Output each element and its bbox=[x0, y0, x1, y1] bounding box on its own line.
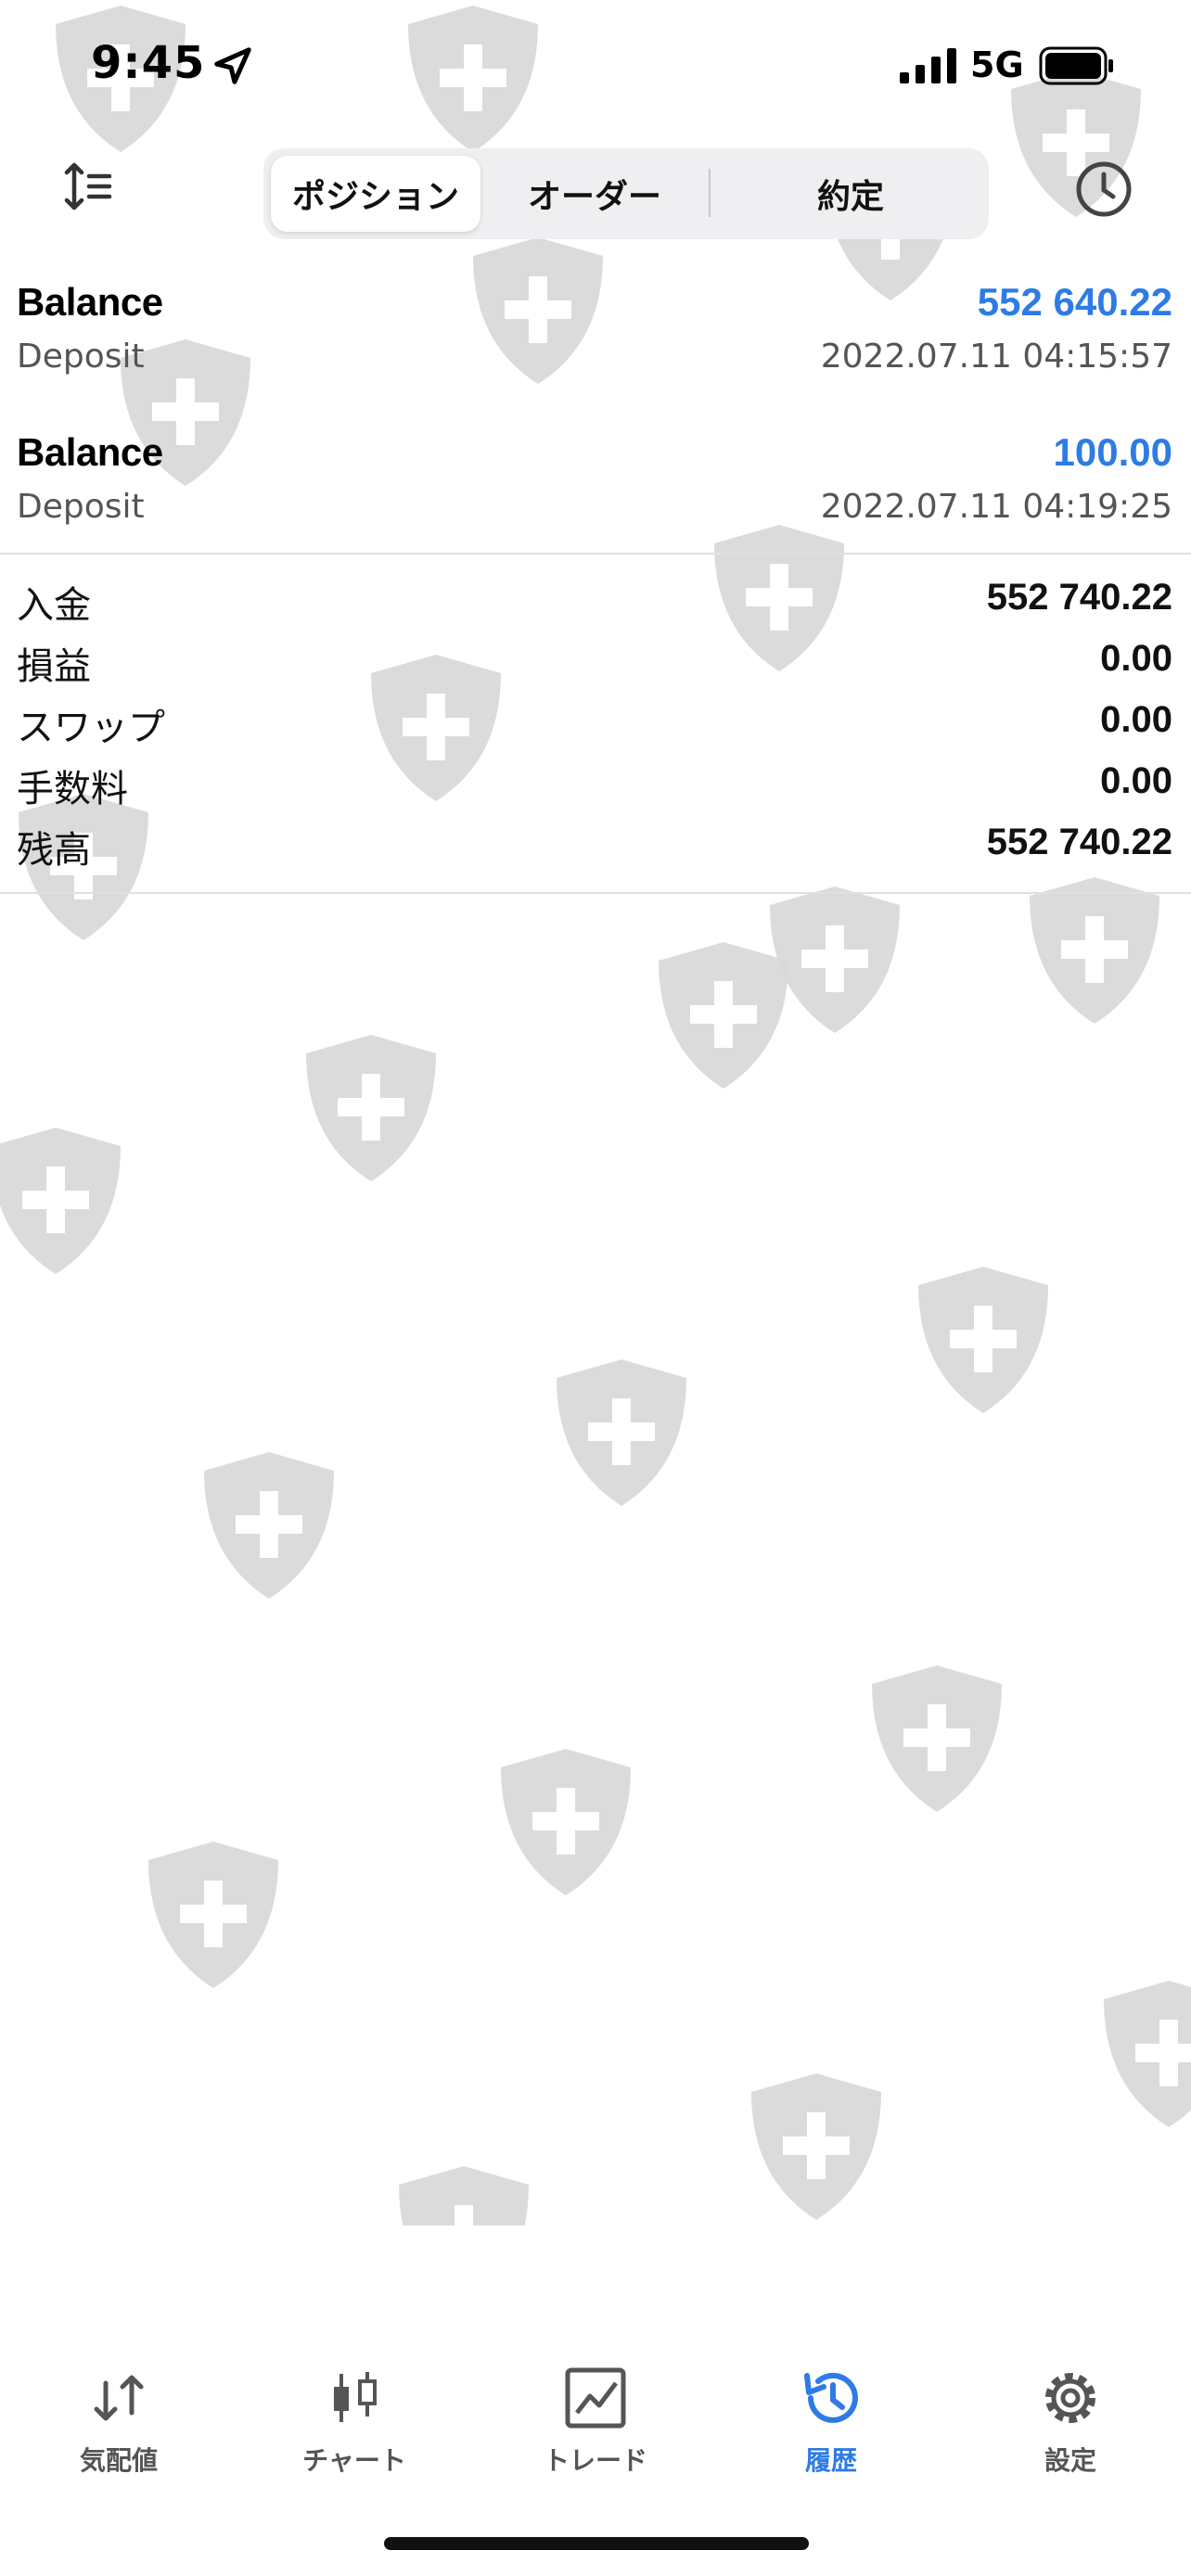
deal-row[interactable]: Balance 100.00 Deposit 2022.07.11 04:19:… bbox=[0, 421, 1191, 569]
shield-watermark-icon bbox=[863, 1660, 1011, 1817]
shield-watermark-icon bbox=[195, 1447, 343, 1604]
status-time: 9:45 bbox=[91, 37, 206, 89]
status-bar: 9:45 5G bbox=[0, 0, 1191, 139]
quotes-icon bbox=[94, 2375, 144, 2421]
summary-label: 残高 bbox=[17, 829, 91, 872]
shield-watermark-icon bbox=[1020, 872, 1169, 1029]
trade-icon bbox=[565, 2367, 626, 2429]
summary-label: 手数料 bbox=[17, 768, 128, 810]
tab-orders[interactable]: オーダー bbox=[490, 156, 699, 232]
segmented-control: ポジション オーダー 約定 bbox=[263, 148, 989, 239]
summary-row-deposit: 入金 552 740.22 bbox=[0, 575, 1191, 636]
tabbar-item-settings[interactable]: 設定 bbox=[987, 2337, 1154, 2476]
summary-value: 0.00 bbox=[1100, 638, 1172, 679]
battery-icon bbox=[1039, 46, 1113, 85]
deal-row[interactable]: Balance 552 640.22 Deposit 2022.07.11 04… bbox=[0, 271, 1191, 419]
tabbar-label: 設定 bbox=[1044, 2445, 1096, 2476]
tabbar-item-quotes[interactable]: 気配値 bbox=[35, 2337, 202, 2476]
tabbar-item-trade[interactable]: トレード bbox=[512, 2337, 679, 2476]
tabbar-label: 気配値 bbox=[79, 2445, 158, 2476]
divider bbox=[0, 892, 1191, 894]
sort-icon[interactable] bbox=[61, 159, 115, 213]
deal-title: Balance bbox=[17, 280, 163, 324]
summary-value: 0.00 bbox=[1100, 760, 1172, 801]
deal-datetime: 2022.07.11 04:15:57 bbox=[820, 338, 1172, 376]
deal-amount: 100.00 bbox=[1053, 430, 1172, 474]
tab-bar: 気配値 チャート トレード 履歴 設定 bbox=[0, 2337, 1191, 2504]
shield-watermark-icon bbox=[139, 1836, 288, 1994]
home-indicator bbox=[384, 2537, 809, 2550]
tabbar-label: トレード bbox=[543, 2445, 647, 2476]
shield-watermark-icon bbox=[0, 1122, 130, 1280]
shield-watermark-icon bbox=[547, 1354, 696, 1511]
clock-icon[interactable] bbox=[1074, 159, 1133, 219]
tabbar-label: チャート bbox=[302, 2445, 406, 2476]
deal-title: Balance bbox=[17, 430, 163, 474]
summary-row-swap: スワップ 0.00 bbox=[0, 697, 1191, 759]
settings-icon bbox=[1045, 2373, 1095, 2423]
tab-deals[interactable]: 約定 bbox=[720, 156, 981, 232]
shield-watermark-icon bbox=[1095, 1975, 1191, 2133]
summary-label: 入金 bbox=[17, 584, 91, 627]
deal-type: Deposit bbox=[17, 488, 145, 526]
shield-watermark-icon bbox=[492, 1743, 640, 1901]
shield-watermark-icon bbox=[742, 2068, 890, 2225]
summary-label: 損益 bbox=[17, 645, 91, 688]
history-icon bbox=[804, 2372, 858, 2423]
shield-watermark-icon bbox=[297, 1029, 445, 1187]
segment-divider bbox=[709, 169, 711, 217]
deal-datetime: 2022.07.11 04:19:25 bbox=[820, 488, 1172, 526]
location-arrow-icon bbox=[214, 47, 251, 84]
shield-watermark-icon bbox=[649, 937, 798, 1094]
summary-value: 552 740.22 bbox=[986, 577, 1172, 618]
tabbar-item-history[interactable]: 履歴 bbox=[748, 2337, 915, 2476]
deal-amount: 552 640.22 bbox=[977, 280, 1172, 324]
tabbar-item-chart[interactable]: チャート bbox=[271, 2337, 438, 2476]
summary-value: 552 740.22 bbox=[986, 822, 1172, 862]
tabbar-label: 履歴 bbox=[804, 2445, 857, 2476]
deal-type: Deposit bbox=[17, 338, 145, 376]
shield-watermark-icon bbox=[390, 2161, 538, 2225]
chart-candles-icon bbox=[334, 2372, 377, 2422]
summary-row-profit: 損益 0.00 bbox=[0, 636, 1191, 697]
tab-positions[interactable]: ポジション bbox=[271, 156, 480, 232]
summary-value: 0.00 bbox=[1100, 699, 1172, 740]
summary-label: スワップ bbox=[17, 707, 165, 749]
cellular-signal-icon bbox=[900, 48, 956, 83]
summary-row-commission: 手数料 0.00 bbox=[0, 759, 1191, 820]
network-label: 5G bbox=[970, 45, 1024, 85]
shield-watermark-icon bbox=[909, 1261, 1057, 1419]
divider bbox=[0, 553, 1191, 555]
summary-row-balance: 残高 552 740.22 bbox=[0, 820, 1191, 881]
